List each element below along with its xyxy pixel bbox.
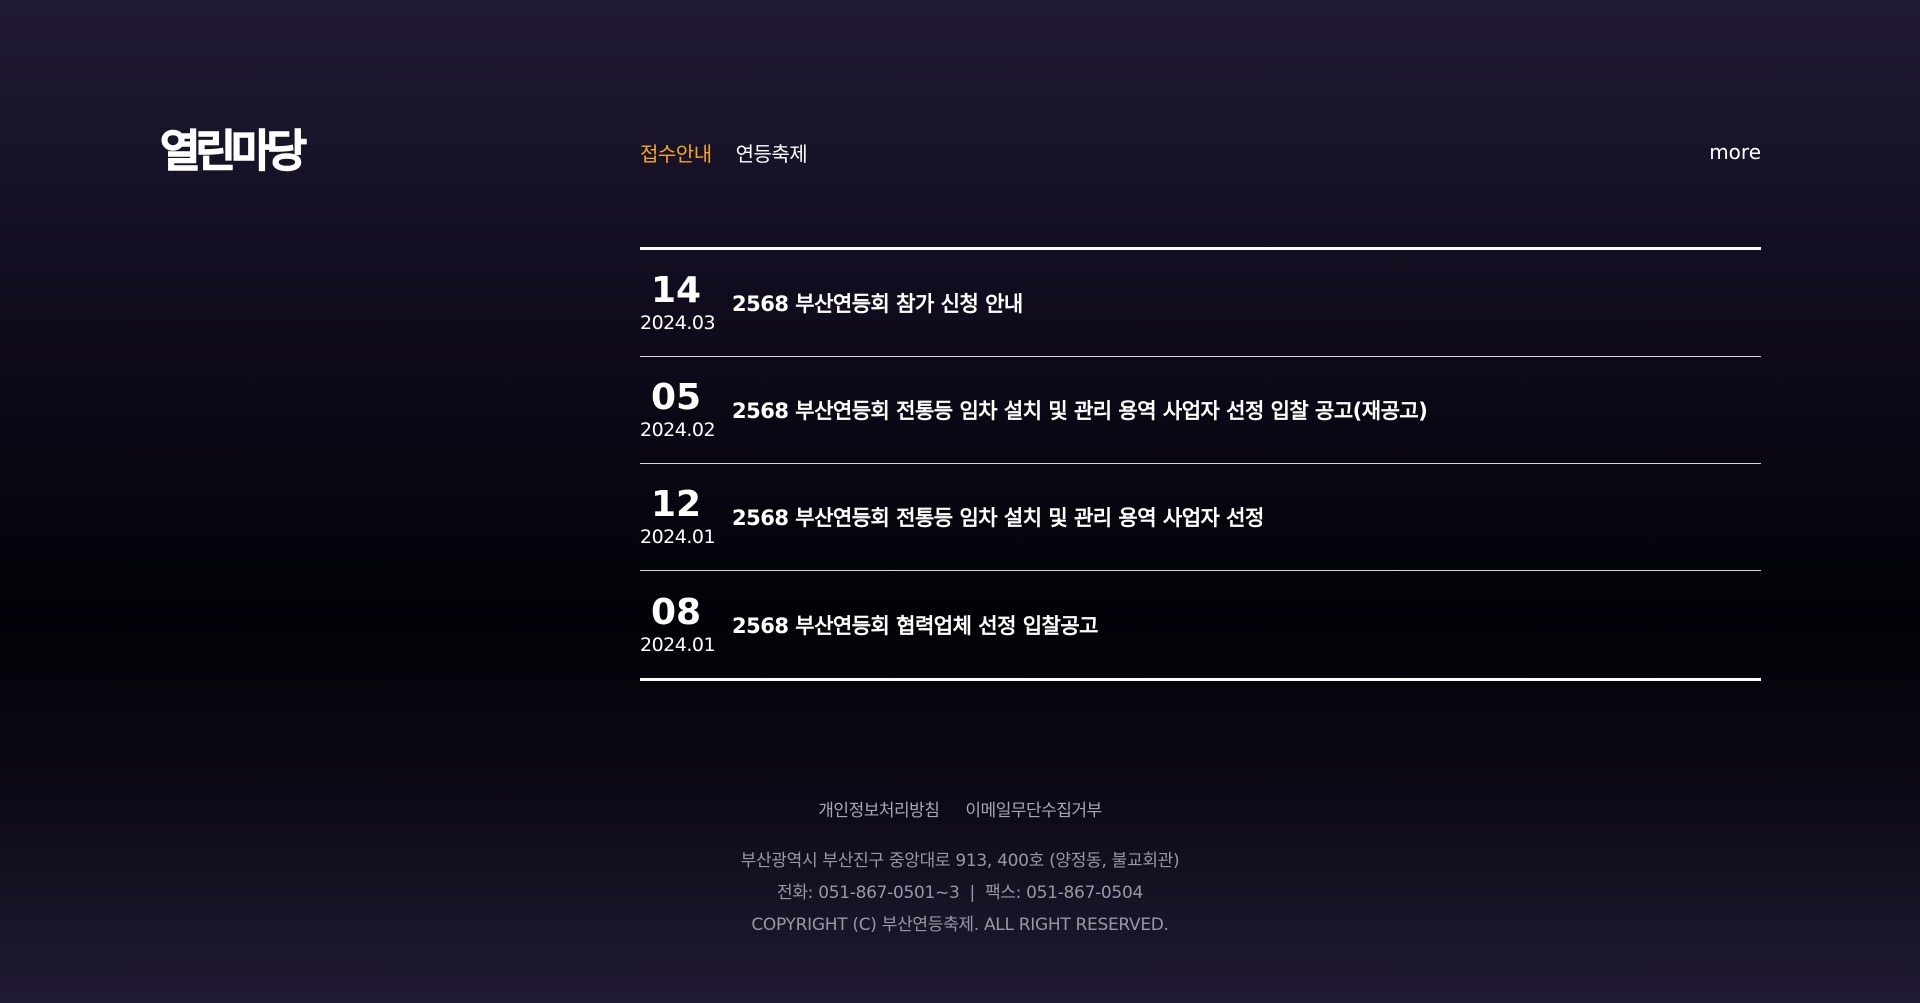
post-day: 08 [650,591,702,633]
post-year-month: 2024.03 [640,312,716,334]
post-list: 14 2024.03 2568 부산연등회 참가 신청 안내 05 2024.0… [640,247,1761,681]
post-title[interactable]: 2568 부산연등회 협력업체 선정 입찰공고 [732,610,1099,640]
post-date: 08 2024.01 [640,591,716,657]
post-year-month: 2024.01 [640,633,716,656]
post-year-month: 2024.02 [640,419,716,441]
post-date: 12 2024.01 [640,484,716,549]
post-date: 05 2024.02 [640,377,716,442]
privacy-policy-link[interactable]: 개인정보처리방침 [818,796,940,821]
footer-separator: | [969,883,976,903]
footer-address: 부산광역시 부산진구 중앙대로 913, 400호 (양정동, 불교회관) [740,851,1180,871]
post-title[interactable]: 2568 부산연등회 전통등 임차 설치 및 관리 용역 사업자 선정 [732,502,1264,532]
footer-contact: 전화: 051-867-0501~3 | 팩스: 051-867-0504 [0,877,1920,909]
footer-phone: 전화: 051-867-0501~3 [777,883,960,903]
post-date: 14 2024.03 [640,270,716,335]
post-row[interactable]: 12 2024.01 2568 부산연등회 전통등 임차 설치 및 관리 용역 … [640,464,1761,571]
more-link[interactable]: more [1709,140,1761,164]
notice-board: 접수안내 연등축제 more 14 2024.03 2568 부산연등회 참가 … [640,124,1761,681]
email-collection-refusal-link[interactable]: 이메일무단수집거부 [965,796,1102,821]
board-tabs: 접수안내 연등축제 more [640,124,1761,180]
post-row[interactable]: 14 2024.03 2568 부산연등회 참가 신청 안내 [640,250,1761,357]
footer-links: 개인정보처리방침 이메일무단수집거부 [0,796,1920,821]
post-day: 14 [650,270,702,311]
post-year-month: 2024.01 [640,526,716,548]
post-day: 05 [650,377,702,418]
post-row[interactable]: 08 2024.01 2568 부산연등회 협력업체 선정 입찰공고 [640,571,1761,678]
tab-lantern-festival[interactable]: 연등축제 [736,138,808,167]
post-title[interactable]: 2568 부산연등회 참가 신청 안내 [732,288,1023,318]
post-row[interactable]: 05 2024.02 2568 부산연등회 전통등 임차 설치 및 관리 용역 … [640,357,1761,464]
tab-reception-info[interactable]: 접수안내 [640,138,712,167]
footer-fax: 팩스: 051-867-0504 [984,883,1143,903]
section-title: 열린마당 [159,125,307,177]
post-title[interactable]: 2568 부산연등회 전통등 임차 설치 및 관리 용역 사업자 선정 입찰 공… [732,395,1428,425]
footer: 개인정보처리방침 이메일무단수집거부 부산광역시 부산진구 중앙대로 913, … [0,796,1920,941]
post-day: 12 [650,484,702,525]
footer-copyright: COPYRIGHT (C) 부산연등축제. ALL RIGHT RESERVED… [751,915,1169,935]
